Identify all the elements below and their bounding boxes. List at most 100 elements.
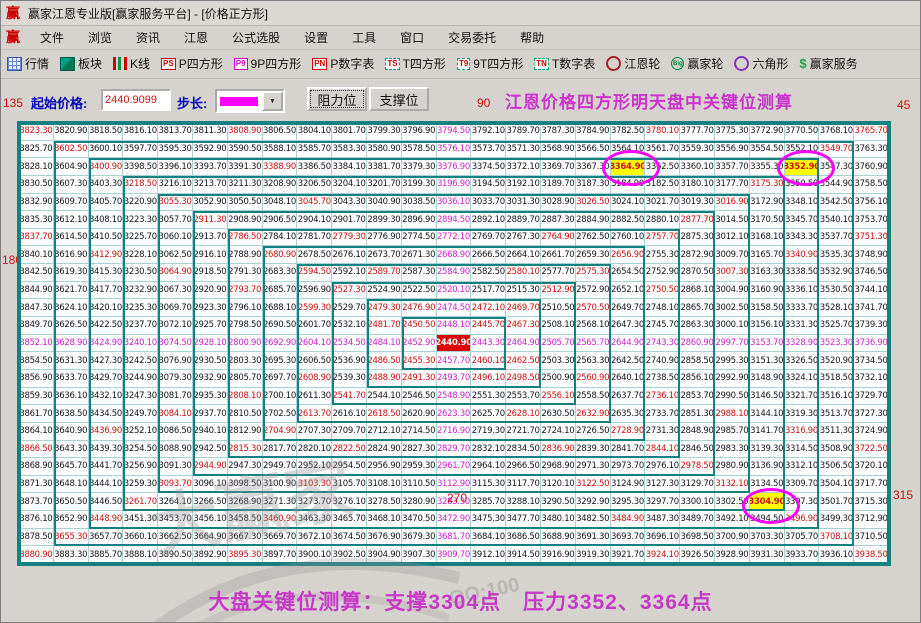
grid-cell: 2942.50 xyxy=(193,441,228,459)
grid-cell: 2527.30 xyxy=(332,282,367,300)
toolbar-item[interactable]: PSP四方形 xyxy=(161,55,223,72)
menu-item[interactable]: 浏览 xyxy=(76,26,124,49)
grid-cell: 2944.90 xyxy=(193,458,228,476)
grid-cell: 2529.70 xyxy=(332,299,367,317)
grid-cell: 3316.90 xyxy=(785,423,820,441)
toolbar-item[interactable]: 行情 xyxy=(7,55,49,72)
tn-badge-icon: TN xyxy=(534,58,549,70)
grid-cell: 3691.30 xyxy=(576,529,611,547)
grid-cell: 3568.90 xyxy=(541,141,576,159)
toolbar-item[interactable]: T99T四方形 xyxy=(457,55,523,72)
toolbar-item[interactable]: P99P四方形 xyxy=(234,55,301,72)
grid-cell: 3158.50 xyxy=(750,299,785,317)
grid-cell: 3628.90 xyxy=(54,335,89,353)
grid-cell: 3708.10 xyxy=(819,529,854,547)
grid-cell: 3031.30 xyxy=(506,194,541,212)
grid-cell: 3643.30 xyxy=(54,441,89,459)
grid-cell: 2964.10 xyxy=(471,458,506,476)
grid-cell: 3127.30 xyxy=(645,476,680,494)
grid-cell: 2839.30 xyxy=(576,441,611,459)
menu-item[interactable]: 文件 xyxy=(28,26,76,49)
grid-cell: 3336.10 xyxy=(785,282,820,300)
toolbar-item[interactable]: 板块 xyxy=(60,55,102,72)
grid-cell: 2750.50 xyxy=(645,282,680,300)
grid-cell: 3074.50 xyxy=(158,335,193,353)
grid-cell: 2812.90 xyxy=(228,423,263,441)
menu-item[interactable]: 设置 xyxy=(292,26,340,49)
grid-cell: 2937.70 xyxy=(193,405,228,423)
start-price-input[interactable] xyxy=(101,89,171,111)
grid-cell: 3842.50 xyxy=(19,264,54,282)
grid-cell: 2534.50 xyxy=(332,335,367,353)
grid-cell: 2661.70 xyxy=(541,246,576,264)
grid-cell: 2808.10 xyxy=(228,388,263,406)
grid-cell: 2762.50 xyxy=(576,229,611,247)
menu-item[interactable]: 帮助 xyxy=(508,26,556,49)
grid-cell: 2856.10 xyxy=(680,370,715,388)
grid-cell: 3823.30 xyxy=(19,123,54,141)
chevron-down-icon[interactable]: ▼ xyxy=(262,91,283,111)
grid-cell: 2892.10 xyxy=(471,211,506,229)
grid-cell: 2925.70 xyxy=(193,317,228,335)
grid-cell: 2923.30 xyxy=(193,299,228,317)
grid-cell: 3086.50 xyxy=(158,423,193,441)
grid-cell: 3914.50 xyxy=(506,546,541,564)
grid-cell: 3650.50 xyxy=(54,493,89,511)
grid-cell: 2992.90 xyxy=(715,370,750,388)
toolbar-item[interactable]: 六角形 xyxy=(734,55,788,72)
grid-cell: 3518.50 xyxy=(819,370,854,388)
menu-item[interactable]: 江恩 xyxy=(172,26,220,49)
grid-cell: 2728.90 xyxy=(611,423,646,441)
grid-cell: 2580.10 xyxy=(506,264,541,282)
grid-cell: 2952.10 xyxy=(297,458,332,476)
toolbar-item[interactable]: TST四方形 xyxy=(385,55,446,72)
toolbar-item[interactable]: PNP数字表 xyxy=(312,55,374,72)
grid-cell: 3883.30 xyxy=(54,546,89,564)
grid-cell: 3124.90 xyxy=(611,476,646,494)
grid-cell: 3818.50 xyxy=(89,123,124,141)
grid-cell: 3396.10 xyxy=(158,158,193,176)
grid-cell: 3844.90 xyxy=(19,282,54,300)
grid-cell: 3007.30 xyxy=(715,264,750,282)
grid-cell: 3765.70 xyxy=(854,123,889,141)
toolbar-item[interactable]: 江恩轮 xyxy=(606,55,660,72)
grid-cell: 3868.90 xyxy=(19,458,54,476)
grid-cell: 3400.90 xyxy=(89,158,124,176)
grid-cell: 3240.10 xyxy=(123,335,158,353)
grid-cell: 3348.10 xyxy=(785,194,820,212)
grid-cell: 3108.10 xyxy=(367,476,402,494)
toolbar-item[interactable]: K线 xyxy=(113,55,150,72)
toolbar-item[interactable]: TNT数字表 xyxy=(534,55,595,72)
grid-cell: 2772.10 xyxy=(437,229,472,247)
grid-cell: 3835.30 xyxy=(19,211,54,229)
grid-cell: 2803.30 xyxy=(228,352,263,370)
toolbar-item[interactable]: $赢家服务 xyxy=(799,55,857,72)
grid-cell: 2846.50 xyxy=(680,441,715,459)
grid-cell: 2949.70 xyxy=(263,458,298,476)
menu-item[interactable]: 交易委托 xyxy=(436,26,508,49)
resistance-button[interactable]: 阻力位 xyxy=(307,87,367,111)
grid-cell: 3036.10 xyxy=(437,194,472,212)
grid-cell: 3871.30 xyxy=(19,476,54,494)
menu-bar: 赢 文件浏览资讯江恩公式选股设置工具窗口交易委托帮助 xyxy=(1,25,920,50)
grid-cell: 2872.90 xyxy=(680,246,715,264)
grid-cell: 2690.50 xyxy=(263,317,298,335)
support-button[interactable]: 支撑位 xyxy=(369,87,429,111)
grid-cell: 2565.70 xyxy=(576,335,611,353)
menu-item[interactable]: 窗口 xyxy=(388,26,436,49)
grid-cell: 3573.70 xyxy=(471,141,506,159)
menu-item[interactable]: 公式选股 xyxy=(220,26,292,49)
grid-cell: 2930.50 xyxy=(193,352,228,370)
grid-cell: 2623.30 xyxy=(437,405,472,423)
grid-cell: 3319.30 xyxy=(785,405,820,423)
grid-cell: 2836.90 xyxy=(541,441,576,459)
grid-cell: 2680.90 xyxy=(263,246,298,264)
grid-cell: 2688.10 xyxy=(263,299,298,317)
toolbar-item[interactable]: Big赢家轮 xyxy=(671,55,723,72)
menu-item[interactable]: 资讯 xyxy=(124,26,172,49)
menu-item[interactable]: 工具 xyxy=(340,26,388,49)
grid-cell: 2966.50 xyxy=(506,458,541,476)
grid-cell: 3732.10 xyxy=(854,370,889,388)
step-select[interactable]: ▼ xyxy=(215,89,285,113)
grid-cell: 2616.10 xyxy=(332,405,367,423)
